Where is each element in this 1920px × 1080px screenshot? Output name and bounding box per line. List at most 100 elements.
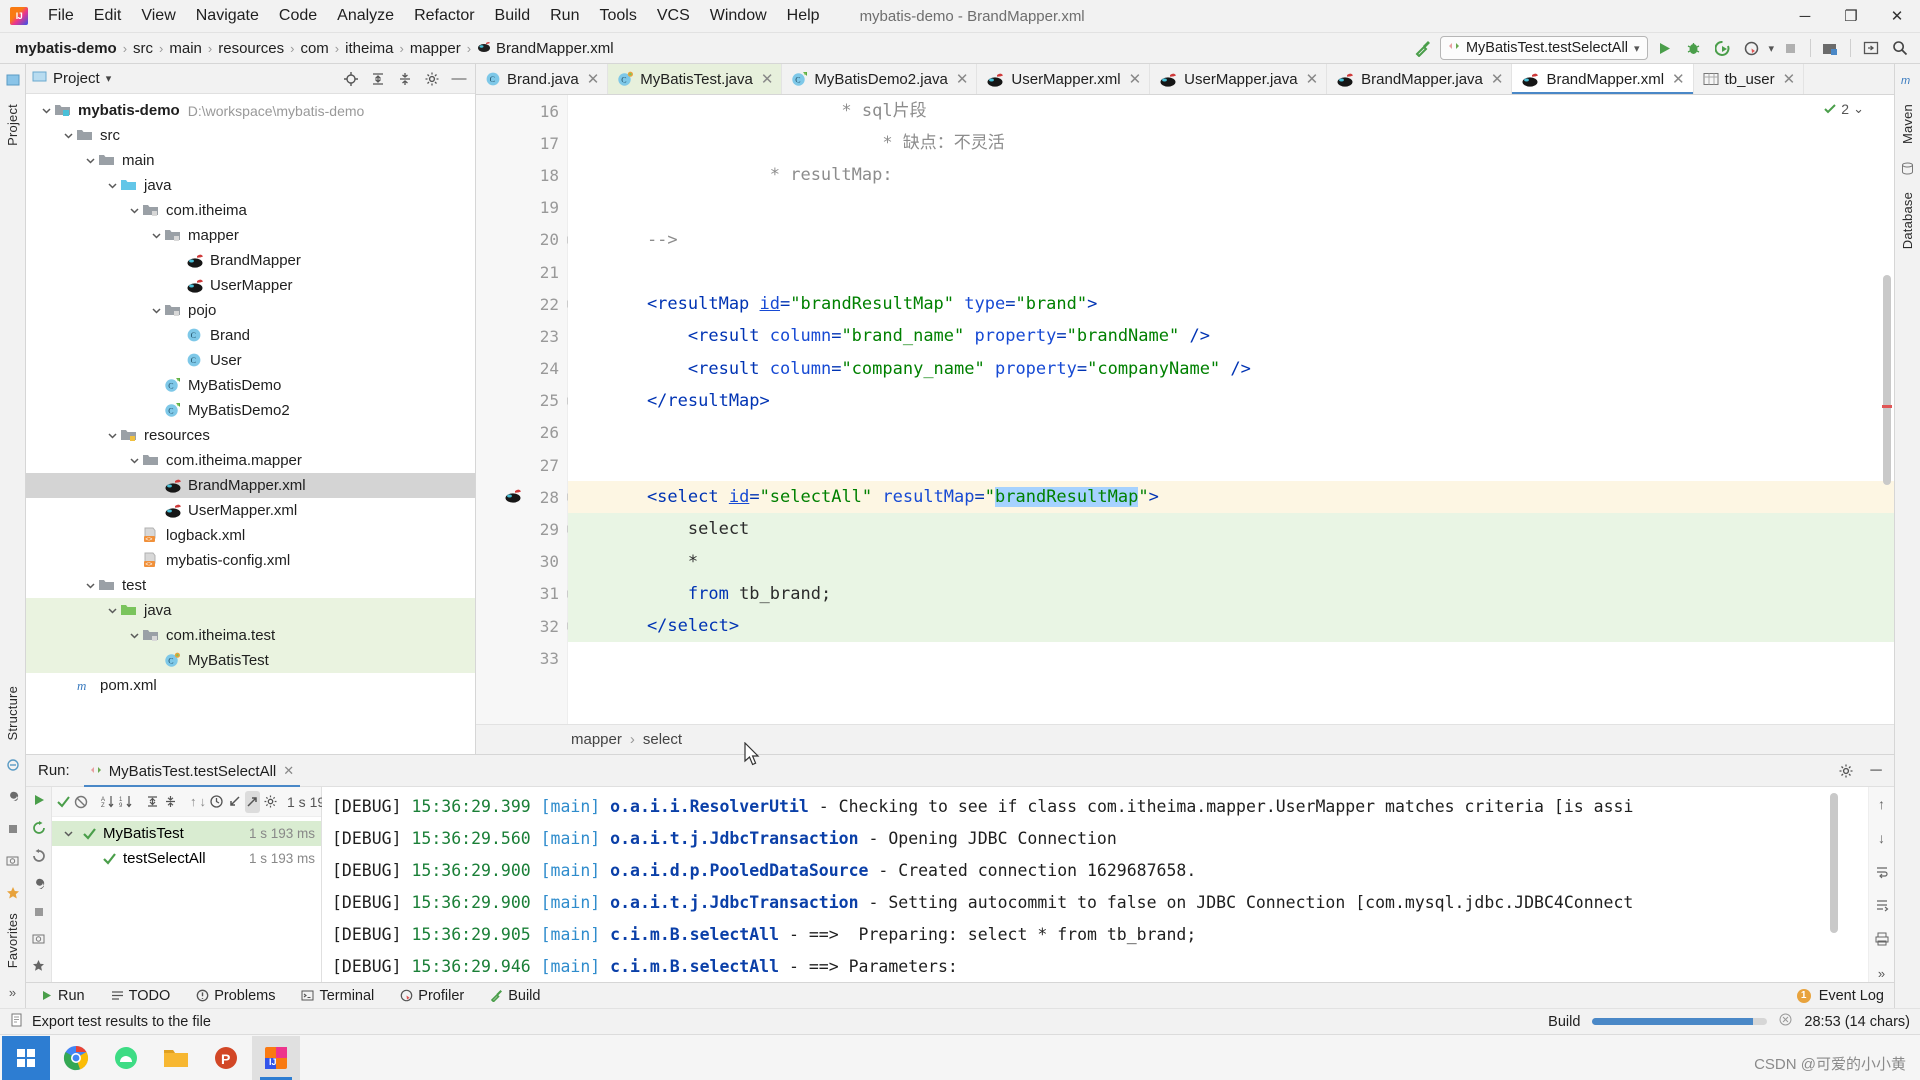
editor-tab-brandmapper-java[interactable]: BrandMapper.java ✕ — [1327, 64, 1513, 94]
chevron-down-icon[interactable] — [104, 603, 120, 619]
menu-item-file[interactable]: File — [38, 2, 84, 30]
test-tree-row[interactable]: MyBatisTest 1 s 193 ms — [52, 821, 321, 846]
scroll-to-end-icon[interactable] — [1871, 896, 1893, 914]
editor-tab-brand-java[interactable]: C Brand.java ✕ — [476, 64, 609, 94]
editor-tab-brandmapper-xml[interactable]: BrandMapper.xml ✕ — [1512, 64, 1694, 94]
gutter-line[interactable]: 16 — [476, 95, 567, 127]
tool-window-button-terminal[interactable]: Terminal — [297, 986, 378, 1006]
toggle-auto-test-button[interactable] — [28, 849, 50, 863]
code-content[interactable]: * sql片段 * 缺点：不灵活 * resultMap: --> <resul… — [568, 95, 1894, 724]
profiler-button[interactable] — [1739, 36, 1764, 61]
menu-item-help[interactable]: Help — [777, 2, 830, 30]
gutter-line[interactable]: 31 — [476, 578, 576, 610]
test-results-tree[interactable]: MyBatisTest 1 s 193 ms testSelectAll 1 s 19… — [52, 817, 321, 871]
gutter-line[interactable]: 17 — [476, 127, 567, 159]
debug-button[interactable] — [1681, 36, 1706, 61]
code-line[interactable] — [568, 417, 1894, 449]
code-line[interactable] — [568, 256, 1894, 288]
breadcrumb-item-src[interactable]: src — [128, 39, 158, 58]
project-tree-item[interactable]: BrandMapper.xml — [26, 473, 475, 498]
code-line[interactable]: <select id="selectAll" resultMap="brandR… — [568, 481, 1894, 514]
code-line[interactable]: from tb_brand; — [568, 577, 1894, 610]
show-passed-icon[interactable] — [56, 791, 71, 813]
collapse-all-tests-icon[interactable] — [163, 791, 178, 813]
close-icon[interactable]: ✕ — [956, 70, 969, 88]
run-tab-mybatistest[interactable]: MyBatisTest.testSelectAll ✕ — [83, 755, 301, 787]
search-everywhere-button[interactable] — [1887, 36, 1912, 61]
project-tree-item[interactable]: mybatis-demo D:\workspace\mybatis-demo — [26, 98, 475, 123]
chevron-down-icon[interactable] — [126, 628, 142, 644]
project-rail-icon[interactable] — [3, 70, 23, 90]
maven-rail-icon[interactable]: m — [1898, 70, 1918, 90]
rail-label-maven[interactable]: Maven — [1900, 96, 1915, 152]
gutter-line[interactable]: 18 — [476, 159, 567, 191]
expand-all-tests-icon[interactable] — [145, 791, 160, 813]
project-tree-item[interactable]: C User — [26, 348, 475, 373]
editor-tab-mybatistest-java[interactable]: C MyBatisTest.java ✕ — [608, 64, 783, 94]
breadcrumb-mapper[interactable]: mapper — [571, 731, 622, 748]
project-tree-item[interactable]: java — [26, 598, 475, 623]
editor-scrollbar-thumb[interactable] — [1883, 275, 1891, 485]
locate-icon[interactable] — [341, 69, 361, 89]
breadcrumb-item-com[interactable]: com — [295, 39, 333, 58]
gear-icon[interactable] — [422, 69, 442, 89]
minimize-button[interactable]: ─ — [1782, 0, 1828, 33]
menu-item-build[interactable]: Build — [485, 2, 541, 30]
tool-window-button-run[interactable]: Run — [36, 986, 89, 1006]
code-line[interactable]: <result column="brand_name" property="br… — [568, 320, 1894, 352]
run-settings-gear-icon[interactable] — [1836, 761, 1856, 781]
event-log-label[interactable]: Event Log — [1819, 988, 1884, 1004]
breadcrumb-item-main[interactable]: main — [164, 39, 207, 58]
build-cancel-icon[interactable] — [1779, 1013, 1792, 1030]
chevron-down-icon[interactable] — [104, 428, 120, 444]
code-line[interactable]: <resultMap id="brandResultMap" type="bra… — [568, 288, 1894, 320]
gutter-line[interactable]: 24 — [476, 353, 567, 385]
run-button[interactable] — [1652, 36, 1677, 61]
menu-item-window[interactable]: Window — [700, 2, 777, 30]
menu-item-refactor[interactable]: Refactor — [404, 2, 484, 30]
profiler-dropdown-caret[interactable]: ▾ — [1768, 42, 1774, 55]
favorites-star-icon[interactable] — [3, 883, 23, 903]
chevron-down-icon[interactable] — [82, 153, 98, 169]
chevron-down-icon[interactable] — [126, 453, 142, 469]
open-project-structure-button[interactable] — [1818, 36, 1843, 61]
gutter-line[interactable]: 20 — [476, 224, 576, 256]
code-editor[interactable]: 16 17 18 19 20 21 22 23 24 25 26 27 28 29 30 31 32 33 * s… — [476, 95, 1894, 724]
select-in-button[interactable] — [1858, 36, 1883, 61]
rail-label-project[interactable]: Project — [5, 96, 20, 154]
inspection-caret-icon[interactable]: ⌄ — [1853, 101, 1864, 117]
close-icon[interactable]: ✕ — [1491, 70, 1504, 88]
editor-tab-tb-user[interactable]: tb_user ✕ — [1693, 64, 1805, 94]
menu-item-edit[interactable]: Edit — [84, 2, 132, 30]
next-failed-test-icon[interactable]: ↓ — [200, 791, 207, 813]
code-line[interactable]: <result column="company_name" property="… — [568, 353, 1894, 385]
chrome-app-icon[interactable] — [52, 1036, 100, 1080]
project-tree-item[interactable]: UserMapper.xml — [26, 498, 475, 523]
stop-run-button[interactable] — [28, 906, 50, 918]
console-scrollbar-thumb[interactable] — [1830, 793, 1838, 933]
code-line[interactable]: </select> — [568, 610, 1894, 643]
menu-item-analyze[interactable]: Analyze — [327, 2, 404, 30]
hide-panel-icon[interactable]: — — [449, 69, 469, 89]
event-log-area[interactable]: 1 Event Log — [1796, 988, 1884, 1004]
chevron-down-icon[interactable] — [60, 128, 76, 144]
expand-all-icon[interactable] — [368, 69, 388, 89]
powerpoint-app-icon[interactable]: P — [202, 1036, 250, 1080]
code-line[interactable]: * — [568, 545, 1894, 578]
maximize-button[interactable]: ❐ — [1828, 0, 1874, 33]
pin-star-button[interactable] — [28, 959, 50, 972]
run-with-coverage-button[interactable] — [1710, 36, 1735, 61]
gutter-line[interactable]: 28 — [476, 481, 576, 513]
project-tree-item[interactable]: C Brand — [26, 323, 475, 348]
console-output[interactable]: [DEBUG] 15:36:29.399 [main] o.a.i.i.Reso… — [322, 787, 1868, 982]
start-button[interactable] — [2, 1035, 50, 1080]
project-tree-item[interactable]: com.itheima — [26, 198, 475, 223]
rail-label-favorites[interactable]: Favorites — [5, 909, 20, 976]
project-tree-item[interactable]: C MyBatisTest — [26, 648, 475, 673]
camera-button[interactable] — [28, 932, 50, 945]
gutter-line[interactable]: 25 — [476, 385, 576, 417]
code-line[interactable]: --> — [568, 224, 1894, 256]
sort-alphabetically-icon[interactable]: AZ — [100, 791, 115, 813]
code-line[interactable]: * 缺点：不灵活 — [568, 127, 1894, 159]
gutter-line[interactable]: 27 — [476, 449, 567, 481]
